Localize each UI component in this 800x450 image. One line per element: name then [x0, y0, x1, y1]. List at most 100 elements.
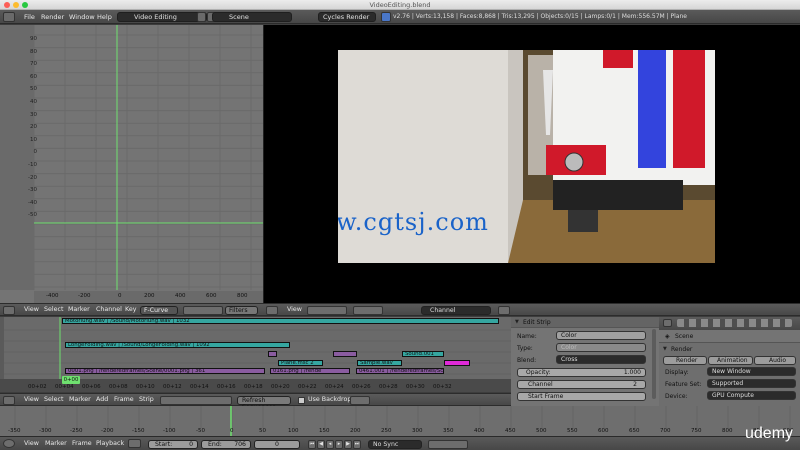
channel-select[interactable]: Channel [421, 306, 491, 315]
refresh-sequencer-button[interactable]: Refresh Sequencer [237, 396, 291, 411]
menu-frame[interactable]: Frame [72, 438, 92, 450]
sequencer-preview[interactable]: www.cgtsj.com [263, 25, 800, 303]
editor-type-icon[interactable] [3, 306, 15, 315]
menu-view[interactable]: View [24, 394, 39, 406]
view-mode-buttons[interactable] [307, 306, 347, 315]
blend-mode-select[interactable]: Cross [556, 355, 646, 364]
sequencer-strips[interactable]: Motorlung.wav | /Sound/Motorlung.wav | 1… [0, 317, 511, 379]
edit-strip-panel-header[interactable]: ▼ Edit Strip [511, 317, 659, 328]
menu-view[interactable]: View [287, 304, 302, 316]
editor-type-icon[interactable] [266, 306, 278, 315]
x-axis-ruler[interactable]: -400 -200 0 200 400 600 800 [34, 291, 263, 303]
tl-tick: 0 [230, 428, 234, 434]
sound-strip[interactable]: LongeFolding.wav | /Sound/LongeFolding.w… [65, 342, 290, 348]
x-tick: -200 [78, 293, 91, 299]
menu-render[interactable]: Render [41, 10, 64, 24]
menu-marker[interactable]: Marker [68, 304, 90, 316]
sound-strip[interactable]: Sound.001 [402, 351, 444, 357]
animation-button[interactable]: Animation [708, 356, 753, 365]
add-layout-button[interactable] [197, 12, 206, 22]
display-buttons[interactable] [353, 306, 383, 315]
sync-mode-select[interactable]: No Sync [368, 440, 422, 449]
overlay-buttons[interactable] [350, 396, 370, 405]
menu-strip[interactable]: Strip [139, 394, 154, 406]
ruler-tick: 00+26 [352, 384, 371, 390]
y-tick: 80 [30, 48, 37, 55]
current-frame-field[interactable]: 0 [254, 440, 300, 449]
editor-type-icon[interactable] [663, 319, 672, 327]
pin-button[interactable] [498, 306, 510, 315]
menu-key[interactable]: Key [125, 304, 136, 316]
scene-select[interactable]: Scene [212, 12, 292, 22]
menu-add[interactable]: Add [96, 394, 108, 406]
menu-view[interactable]: View [24, 304, 39, 316]
editor-type-icon[interactable] [3, 439, 15, 448]
graph-mode-select[interactable]: F-Curve [140, 306, 178, 315]
timeline-editor[interactable]: -350 -300 -250 -200 -150 -100 -50 0 50 1… [0, 406, 800, 436]
area-divider[interactable] [263, 25, 264, 303]
jump-end-icon[interactable]: ⏭ [353, 440, 361, 449]
menu-channel[interactable]: Channel [96, 304, 122, 316]
menu-file[interactable]: File [24, 10, 35, 24]
channel-field[interactable]: Channel 2 [517, 380, 646, 389]
context-tab-icons[interactable] [677, 319, 792, 327]
use-backdrop-checkbox[interactable] [298, 397, 305, 404]
prev-keyframe-icon[interactable]: ◀ [317, 440, 325, 449]
filters-button[interactable]: Filters [225, 306, 258, 315]
audio-button[interactable]: Audio [754, 356, 796, 365]
menu-marker[interactable]: Marker [45, 438, 67, 450]
next-keyframe-icon[interactable]: ▶ [344, 440, 352, 449]
start-frame-field[interactable]: Start Frame [517, 392, 646, 401]
menu-select[interactable]: Select [44, 394, 63, 406]
filter-toggles[interactable] [183, 306, 223, 315]
display-select[interactable]: New Window [707, 367, 796, 376]
end-frame-field[interactable]: End: 706 [201, 440, 251, 449]
properties-tabs[interactable] [659, 317, 800, 330]
ruler-tick: 00+30 [406, 384, 425, 390]
menu-select[interactable]: Select [44, 304, 63, 316]
render-engine-select[interactable]: Cycles Render [318, 12, 376, 22]
feature-set-select[interactable]: Supported [707, 379, 796, 388]
current-frame-badge[interactable]: 0+00 [62, 376, 80, 384]
keying-buttons[interactable] [428, 440, 468, 449]
editor-type-icon[interactable] [3, 396, 15, 405]
timeline-ticks: -350 -300 -250 -200 -150 -100 -50 0 50 1… [0, 428, 800, 436]
strip-name-field[interactable]: Color [556, 331, 646, 340]
render-button[interactable]: Render [663, 356, 707, 365]
editor-type-icon[interactable] [3, 12, 15, 22]
opacity-slider[interactable]: Opacity: 1.000 [517, 368, 646, 377]
menu-marker[interactable]: Marker [69, 394, 91, 406]
screen-layout-select[interactable]: Video Editing [117, 12, 207, 22]
device-select[interactable]: GPU Compute [707, 391, 796, 400]
effect-strip[interactable] [333, 351, 357, 357]
menu-view[interactable]: View [24, 438, 39, 450]
menu-help[interactable]: Help [97, 10, 112, 24]
x-tick: 600 [206, 293, 217, 299]
graph-editor[interactable]: 90 80 70 60 50 40 30 20 10 0 -10 -20 -30 -40 -50 -400 … [0, 25, 263, 303]
sound-strip[interactable]: Plane.msc 2 [278, 360, 323, 366]
image-strip[interactable]: 0161.png | /rende [270, 368, 350, 374]
tl-tick: 350 [443, 428, 454, 434]
menu-window[interactable]: Window [69, 10, 95, 24]
preview-range-button[interactable] [128, 439, 141, 448]
play-icon[interactable]: ▸ [335, 440, 343, 449]
menu-frame[interactable]: Frame [114, 394, 134, 406]
image-strip[interactable]: 0461.001 | /renderedframes/Sc [356, 368, 444, 374]
panel-scrollbar[interactable] [652, 329, 656, 399]
render-preview-image: www.cgtsj.com [338, 50, 715, 263]
image-strip[interactable]: 0001.png | /renderedframes/Scene/0001.pn… [65, 368, 265, 374]
y-tick: -30 [28, 187, 37, 194]
jump-start-icon[interactable]: ⏮ [308, 440, 316, 449]
menu-playback[interactable]: Playback [96, 438, 124, 450]
y-tick: -40 [28, 199, 37, 206]
tl-tick: -100 [163, 428, 176, 434]
sound-strip[interactable]: Motorlung.wav | /Sound/Motorlung.wav | 1… [62, 318, 499, 324]
color-strip-selected[interactable] [444, 360, 470, 366]
play-reverse-icon[interactable]: ◂ [326, 440, 334, 449]
effect-strip[interactable] [268, 351, 277, 357]
sequencer-time-ruler[interactable]: 0+00 00+02 00+04 00+06 00+08 00+10 00+12… [0, 376, 511, 392]
start-frame-field[interactable]: Start: 0 [148, 440, 198, 449]
view-type-buttons[interactable] [160, 396, 232, 405]
sound-strip[interactable]: Sample.wav [357, 360, 402, 366]
scene-stats: v2.76 | Verts:13,158 | Faces:8,868 | Tri… [393, 13, 688, 20]
